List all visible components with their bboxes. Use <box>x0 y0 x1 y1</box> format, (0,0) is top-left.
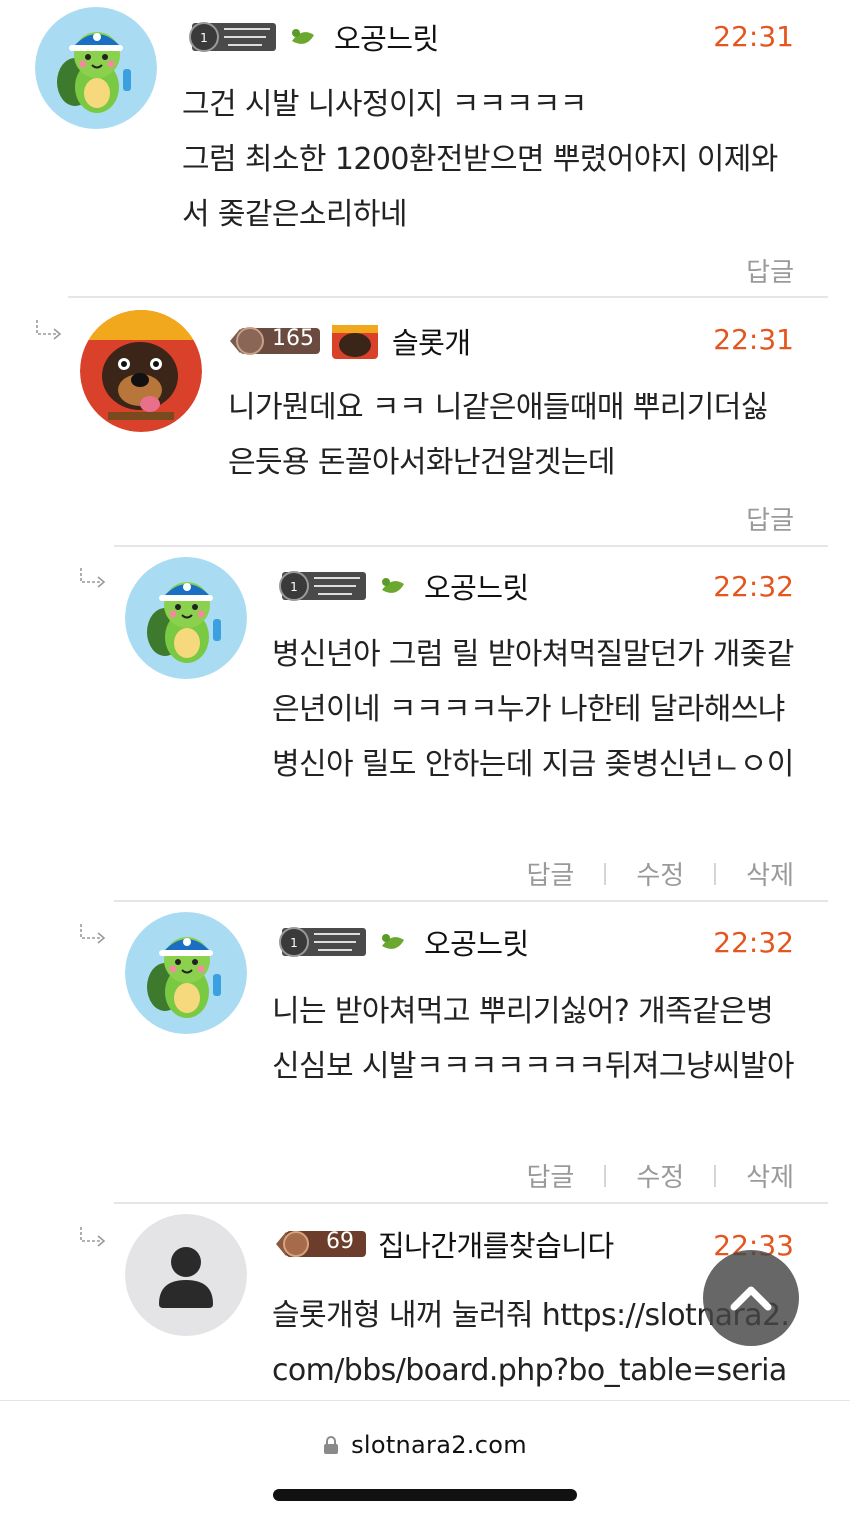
comment-text: 니는 받아쳐먹고 뿌리기싫어? 개족같은병신심보 시발ㅋㅋㅋㅋㅋㅋㅋ뒤져그냥씨발… <box>272 994 795 1084</box>
reply-arrow-icon <box>78 566 108 588</box>
comment-actions: 답글 수정 삭제 <box>526 855 794 892</box>
svg-text:1: 1 <box>290 936 298 950</box>
nickname[interactable]: 집나간개를찾습니다 <box>378 1223 614 1265</box>
comment-text: 병신년아 그럼 릴 받아쳐먹질말던가 개좆같은년이네 ㅋㅋㅋㅋ누가 나한테 달라… <box>272 637 794 782</box>
comment-time: 22:32 <box>713 570 794 603</box>
turtle-avatar-icon[interactable] <box>125 557 247 679</box>
comment-text: 그건 시발 니사정이지 ㅋㅋㅋㅋㅋ 그럼 최소한 1200환전받으면 뿌렸어야지… <box>182 87 778 232</box>
nickname[interactable]: 오공느릿 <box>334 16 439 58</box>
lock-icon <box>324 1436 339 1454</box>
reply-arrow-icon <box>78 1225 108 1247</box>
edit-button[interactable]: 수정 <box>636 1157 684 1194</box>
level-165-badge-icon: 165 <box>228 323 380 359</box>
level-badge-icon: 1 <box>272 568 412 604</box>
divider <box>114 545 828 547</box>
turtle-avatar-icon[interactable] <box>125 912 247 1034</box>
comment-time: 22:32 <box>713 926 794 959</box>
level-badge-icon: 1 <box>272 924 412 960</box>
address-bar[interactable]: slotnara2.com <box>0 1431 850 1459</box>
nickname[interactable]: 슬롯개 <box>392 320 471 362</box>
comment-time: 22:31 <box>713 20 794 53</box>
action-separator <box>604 862 607 885</box>
divider <box>114 900 828 902</box>
reply-button[interactable]: 답글 <box>746 252 794 289</box>
level-number: 165 <box>272 326 314 351</box>
comment-meta: 69 집나간개를찾습니다 <box>272 1221 614 1267</box>
reply-arrow-icon <box>78 922 108 944</box>
reply-button[interactable]: 답글 <box>746 500 794 537</box>
comment-meta: 165 슬롯개 <box>228 318 471 364</box>
level-number: 69 <box>326 1229 354 1254</box>
delete-button[interactable]: 삭제 <box>746 1157 794 1194</box>
action-separator <box>604 1164 607 1187</box>
comment-meta: 1 오공느릿 <box>272 563 529 609</box>
svg-text:1: 1 <box>200 31 208 45</box>
home-indicator[interactable] <box>273 1489 577 1501</box>
comment-actions: 답글 수정 삭제 <box>526 1157 794 1194</box>
level-badge-icon: 1 <box>182 19 322 55</box>
url-text: slotnara2.com <box>351 1431 527 1459</box>
svg-text:1: 1 <box>290 580 298 594</box>
level-69-badge-icon: 69 <box>272 1226 372 1262</box>
reply-button[interactable]: 답글 <box>526 855 574 892</box>
turtle-avatar-icon[interactable] <box>35 7 157 129</box>
edit-button[interactable]: 수정 <box>636 855 684 892</box>
delete-button[interactable]: 삭제 <box>746 855 794 892</box>
comment-time: 22:31 <box>713 323 794 356</box>
comment-actions: 답글 <box>746 500 794 537</box>
divider <box>68 296 828 298</box>
comment-actions: 답글 <box>746 252 794 289</box>
action-separator <box>714 1164 717 1187</box>
chevron-up-icon <box>730 1286 772 1311</box>
browser-bottom-bar: slotnara2.com <box>0 1400 850 1518</box>
divider <box>114 1202 828 1204</box>
comment-meta: 1 오공느릿 <box>272 919 529 965</box>
comment-text: 니가뭔데요 ㅋㅋ 니같은애들때매 뿌리기더싫은듯용 돈꼴아서화난건알겟는데 <box>228 390 768 480</box>
dog-avatar-icon[interactable] <box>80 310 202 432</box>
comment-meta: 1 오공느릿 <box>182 14 439 60</box>
default-user-icon[interactable] <box>125 1214 247 1336</box>
reply-arrow-icon <box>34 318 64 340</box>
nickname[interactable]: 오공느릿 <box>424 921 529 963</box>
action-separator <box>714 862 717 885</box>
nickname[interactable]: 오공느릿 <box>424 565 529 607</box>
reply-button[interactable]: 답글 <box>526 1157 574 1194</box>
scroll-to-top-button[interactable] <box>703 1250 799 1346</box>
